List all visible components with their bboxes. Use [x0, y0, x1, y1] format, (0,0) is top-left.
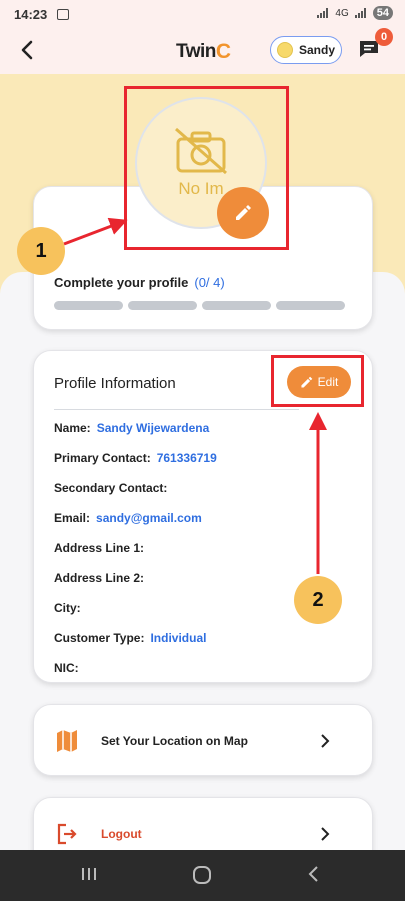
signal-icon-2	[354, 8, 366, 18]
field-primary-contact: Primary Contact: 761336719	[54, 451, 217, 465]
field-city: City:	[54, 601, 87, 615]
field-label: Address Line 1:	[54, 541, 145, 555]
field-label: Secondary Contact:	[54, 481, 168, 495]
app-header: Twin C Sandy 0	[0, 28, 405, 74]
field-value: Sandy Wijewardena	[96, 421, 210, 435]
progress-segment	[54, 301, 123, 310]
set-location-item[interactable]: Set Your Location on Map	[33, 704, 373, 776]
status-right: 4G 54	[317, 6, 393, 20]
field-label: NIC:	[54, 661, 79, 675]
annotation-marker-1: 1	[17, 227, 65, 275]
field-nic: NIC:	[54, 661, 85, 675]
status-time: 14:23	[14, 6, 48, 22]
highlight-edit-box	[271, 355, 364, 407]
field-address-line-1: Address Line 1:	[54, 541, 150, 555]
divider	[54, 409, 299, 410]
signal-icon	[317, 8, 329, 18]
recent-apps-icon[interactable]	[80, 865, 98, 883]
field-name: Name: Sandy Wijewardena	[54, 421, 209, 435]
chevron-right-icon	[321, 827, 330, 841]
completion-count: (0/ 4)	[194, 275, 225, 290]
user-avatar	[277, 42, 293, 58]
logo-text: Twin	[176, 41, 216, 62]
map-icon	[57, 730, 77, 752]
profile-info-title: Profile Information	[54, 375, 176, 392]
field-label: Primary Contact:	[54, 451, 151, 465]
user-name: Sandy	[299, 43, 336, 57]
back-nav-icon[interactable]	[306, 865, 322, 883]
field-customer-type: Customer Type: Individual	[54, 631, 206, 645]
field-address-line-2: Address Line 2:	[54, 571, 150, 585]
back-arrow-icon[interactable]	[14, 36, 42, 64]
field-label: Customer Type:	[54, 631, 145, 645]
system-nav-bar	[0, 850, 405, 901]
completion-label: Complete your profile	[54, 275, 189, 290]
logo-accent: C	[215, 40, 231, 63]
logout-label: Logout	[101, 827, 142, 841]
progress-segment	[202, 301, 271, 310]
field-label: Address Line 2:	[54, 571, 145, 585]
completion-title: Complete your profile (0/ 4)	[54, 275, 225, 290]
app-logo: Twin C	[176, 40, 231, 64]
field-label: Name:	[54, 421, 91, 435]
set-location-label: Set Your Location on Map	[101, 734, 248, 748]
screenshot-icon	[57, 8, 70, 20]
annotation-marker-2: 2	[294, 576, 342, 624]
home-icon[interactable]	[192, 865, 212, 885]
progress-segment	[128, 301, 197, 310]
logout-icon	[57, 823, 77, 845]
status-bar: 14:23 4G 54	[0, 0, 405, 28]
field-email: Email: sandy@gmail.com	[54, 511, 202, 525]
field-value: Individual	[150, 631, 207, 645]
user-chip[interactable]: Sandy	[270, 36, 342, 64]
progress-segment	[276, 301, 345, 310]
field-value: 761336719	[156, 451, 217, 465]
field-secondary-contact: Secondary Contact:	[54, 481, 173, 495]
highlight-avatar-box	[124, 86, 289, 250]
chevron-right-icon	[321, 734, 330, 748]
network-type: 4G	[335, 7, 349, 19]
completion-progress	[54, 301, 345, 310]
chat-badge: 0	[375, 28, 393, 46]
field-value: sandy@gmail.com	[96, 511, 202, 525]
field-label: City:	[54, 601, 81, 615]
battery-indicator: 54	[372, 6, 393, 20]
field-label: Email:	[54, 511, 91, 525]
